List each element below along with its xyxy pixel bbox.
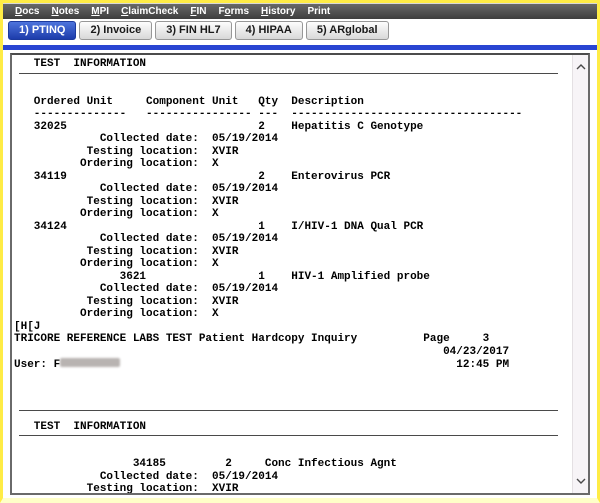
report-line: Collected date: 05/19/2014 [14, 471, 573, 484]
menu-item-print[interactable]: Print [301, 6, 336, 17]
report-footer-title-line: TRICORE REFERENCE LABS TEST Patient Hard… [14, 333, 573, 346]
tab-ptinq[interactable]: 1) PTINQ [8, 21, 76, 40]
tab-bar: 1) PTINQ 2) Invoice 3) FIN HL7 4) HIPAA … [3, 19, 597, 45]
user-redaction [60, 358, 119, 367]
report-user-line: User: F 12:45 PM [14, 358, 573, 371]
report-line: Testing location: XVIR [14, 296, 573, 309]
section-divider [14, 408, 573, 421]
report-line: Ordering location: X [14, 208, 573, 221]
report-line: Ordering location: X [14, 158, 573, 171]
report-column-headers: Ordered Unit Component Unit Qty Descript… [14, 96, 573, 109]
tab-fin-hl7[interactable]: 3) FIN HL7 [155, 21, 231, 40]
report-line: Collected date: 05/19/2014 [14, 283, 573, 296]
vertical-scrollbar[interactable] [572, 55, 588, 493]
report-line: Collected date: 05/19/2014 [14, 183, 573, 196]
menu-item-claimcheck[interactable]: ClaimCheck [115, 6, 184, 17]
report-line [14, 83, 573, 96]
chevron-up-icon [576, 64, 586, 70]
scroll-up-button[interactable] [573, 60, 588, 74]
report-line: Testing location: XVIR [14, 246, 573, 259]
report-line: 34124 1 I/HIV-1 DNA Qual PCR [14, 221, 573, 234]
report-line [14, 371, 573, 384]
report-line: Testing location: XVIR [14, 146, 573, 159]
report-section-title: TEST INFORMATION [14, 421, 573, 434]
report-line: Collected date: 05/19/2014 [14, 233, 573, 246]
scroll-down-button[interactable] [573, 474, 588, 488]
menu-item-mpi[interactable]: MPI [85, 6, 115, 17]
chevron-down-icon [576, 478, 586, 484]
report-line: Ordering location: X [14, 308, 573, 321]
report-line: [H[J [14, 321, 573, 334]
menu-item-docs[interactable]: Docs [9, 6, 45, 17]
menu-bar: Docs Notes MPI ClaimCheck FIN Forms Hist… [3, 3, 597, 19]
report-line: 32025 2 Hepatitis C Genotype [14, 121, 573, 134]
tab-invoice[interactable]: 2) Invoice [79, 21, 152, 40]
report-line: Ordering location: X [14, 258, 573, 271]
report-line: Collected date: 05/19/2014 [14, 133, 573, 146]
main-area: TEST INFORMATION Ordered Unit Component … [3, 50, 597, 498]
tab-hipaa[interactable]: 4) HIPAA [235, 21, 303, 40]
menu-item-notes[interactable]: Notes [45, 6, 85, 17]
report-line [14, 396, 573, 409]
report-line: Testing location: XVIR [14, 483, 573, 493]
report-line: 34119 2 Enterovirus PCR [14, 171, 573, 184]
tab-arglobal[interactable]: 5) ARglobal [306, 21, 389, 40]
app-window: Docs Notes MPI ClaimCheck FIN Forms Hist… [0, 0, 600, 503]
section-divider [14, 71, 573, 84]
menu-item-forms[interactable]: Forms [212, 6, 255, 17]
section-divider [14, 433, 573, 446]
report-text: TEST INFORMATION Ordered Unit Component … [12, 55, 573, 493]
report-line [14, 446, 573, 459]
report-line: Testing location: XVIR [14, 196, 573, 209]
report-line [14, 383, 573, 396]
report-line: -------------- ---------------- --- ----… [14, 108, 573, 121]
report-line: 34185 2 Conc Infectious Agnt [14, 458, 573, 471]
menu-item-history[interactable]: History [255, 6, 301, 17]
report-footer-date-line: 04/23/2017 [14, 346, 573, 359]
user-label: User: F [14, 359, 60, 371]
report-line: 3621 1 HIV-1 Amplified probe [14, 271, 573, 284]
menu-item-fin[interactable]: FIN [184, 6, 212, 17]
footer-time: 12:45 PM [120, 359, 509, 371]
report-viewport[interactable]: TEST INFORMATION Ordered Unit Component … [10, 53, 590, 495]
report-section-title: TEST INFORMATION [14, 58, 573, 71]
